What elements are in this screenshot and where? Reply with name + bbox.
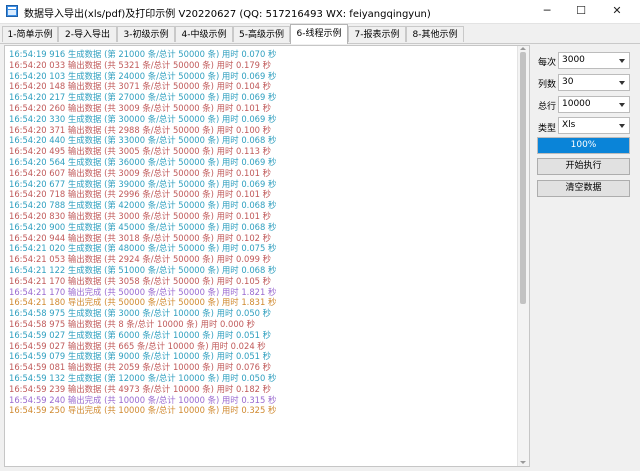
scroll-up-icon[interactable] xyxy=(520,47,526,50)
log-line: 16:54:59 079 生成数据 (第 9000 条/总计 10000 条) … xyxy=(9,351,272,362)
log-line: 16:54:20 103 生成数据 (第 24000 条/总计 50000 条)… xyxy=(9,70,277,81)
scroll-thumb[interactable] xyxy=(520,52,526,304)
tab-advanced[interactable]: 5-高级示例 xyxy=(233,26,290,42)
log-line: 16:54:20 033 输出数据 (共 5321 条/总计 50000 条) … xyxy=(9,59,272,70)
columns-label: 列数 xyxy=(538,80,557,90)
clear-button[interactable]: 清空数据 xyxy=(537,180,630,197)
type-select[interactable]: Xls xyxy=(558,117,630,134)
per-batch-label: 每次 xyxy=(538,58,557,68)
log-line: 16:54:20 677 生成数据 (第 39000 条/总计 50000 条)… xyxy=(9,178,277,189)
progress-text: 100% xyxy=(570,140,597,150)
log-line: 16:54:21 170 输出完成 (共 50000 条/总计 50000 条)… xyxy=(9,286,277,297)
progress-bar: 100% xyxy=(537,137,630,154)
columns-value: 30 xyxy=(562,77,574,87)
log-line: 16:54:59 240 输出完成 (共 10000 条/总计 10000 条)… xyxy=(9,394,277,405)
log-line: 16:54:59 081 输出数据 (共 2059 条/总计 10000 条) … xyxy=(9,362,272,373)
log-line: 16:54:59 239 输出数据 (共 4973 条/总计 10000 条) … xyxy=(9,383,272,394)
log-line: 16:54:21 020 生成数据 (第 48000 条/总计 50000 条)… xyxy=(9,243,277,254)
log-line: 16:54:20 944 输出数据 (共 3018 条/总计 50000 条) … xyxy=(9,232,272,243)
log-output-area[interactable]: 16:54:19 916 生成数据 (第 21000 条/总计 50000 条)… xyxy=(4,45,530,467)
chevron-down-icon xyxy=(619,124,625,128)
log-line: 16:54:59 250 导出完成 (共 10000 条/总计 10000 条)… xyxy=(9,405,277,416)
log-line: 16:54:20 148 输出数据 (共 3071 条/总计 50000 条) … xyxy=(9,81,272,92)
total-rows-value: 10000 xyxy=(562,99,591,109)
tab-thread[interactable]: 6-线程示例 xyxy=(290,24,348,44)
maximize-button[interactable]: ☐ xyxy=(566,0,596,23)
window-title: 数据导入导出(xls/pdf)及打印示例 V20220627 (QQ: 5172… xyxy=(24,9,431,20)
app-window-icon xyxy=(6,5,18,17)
log-line: 16:54:20 260 输出数据 (共 3009 条/总计 50000 条) … xyxy=(9,102,272,113)
log-line: 16:54:59 027 输出数据 (共 665 条/总计 10000 条) 用… xyxy=(9,340,266,351)
start-button[interactable]: 开始执行 xyxy=(537,158,630,175)
log-line: 16:54:59 132 生成数据 (第 12000 条/总计 10000 条)… xyxy=(9,372,277,383)
tab-intermediate[interactable]: 4-中级示例 xyxy=(175,26,233,42)
log-line: 16:54:20 440 生成数据 (第 33000 条/总计 50000 条)… xyxy=(9,135,277,146)
log-line: 16:54:20 830 输出数据 (共 3000 条/总计 50000 条) … xyxy=(9,210,272,221)
log-line: 16:54:20 495 输出数据 (共 3005 条/总计 50000 条) … xyxy=(9,146,272,157)
log-line: 16:54:20 607 输出数据 (共 3009 条/总计 50000 条) … xyxy=(9,167,272,178)
type-value: Xls xyxy=(562,120,576,130)
log-line: 16:54:20 788 生成数据 (第 42000 条/总计 50000 条)… xyxy=(9,200,277,211)
type-label: 类型 xyxy=(538,124,557,134)
total-rows-select[interactable]: 10000 xyxy=(558,96,630,113)
log-scrollbar[interactable] xyxy=(517,46,529,466)
log-line: 16:54:20 900 生成数据 (第 45000 条/总计 50000 条)… xyxy=(9,221,277,232)
title-bar: 数据导入导出(xls/pdf)及打印示例 V20220627 (QQ: 5172… xyxy=(0,0,640,24)
log-line: 16:54:21 180 导出完成 (共 50000 条/总计 50000 条)… xyxy=(9,297,277,308)
scroll-down-icon[interactable] xyxy=(520,461,526,464)
tab-simple[interactable]: 1-简单示例 xyxy=(2,26,58,42)
log-lines: 16:54:19 916 生成数据 (第 21000 条/总计 50000 条)… xyxy=(9,49,515,416)
columns-select[interactable]: 30 xyxy=(558,74,630,91)
per-batch-value: 3000 xyxy=(562,55,585,65)
log-line: 16:54:20 330 生成数据 (第 30000 条/总计 50000 条)… xyxy=(9,113,277,124)
log-line: 16:54:21 053 输出数据 (共 2924 条/总计 50000 条) … xyxy=(9,254,272,265)
chevron-down-icon xyxy=(619,59,625,63)
close-button[interactable]: ✕ xyxy=(602,0,632,23)
chevron-down-icon xyxy=(619,103,625,107)
log-line: 16:54:58 975 生成数据 (第 3000 条/总计 10000 条) … xyxy=(9,308,272,319)
per-batch-select[interactable]: 3000 xyxy=(558,52,630,69)
log-line: 16:54:21 170 输出数据 (共 3058 条/总计 50000 条) … xyxy=(9,275,272,286)
log-line: 16:54:58 975 输出数据 (共 8 条/总计 10000 条) 用时 … xyxy=(9,318,256,329)
tab-basic[interactable]: 3-初级示例 xyxy=(117,26,175,42)
tab-bar: 1-简单示例 2-导入导出 3-初级示例 4-中级示例 5-高级示例 6-线程示… xyxy=(0,24,640,44)
log-line: 16:54:20 371 输出数据 (共 2988 条/总计 50000 条) … xyxy=(9,124,272,135)
log-line: 16:54:20 217 生成数据 (第 27000 条/总计 50000 条)… xyxy=(9,92,277,103)
log-line: 16:54:21 122 生成数据 (第 51000 条/总计 50000 条)… xyxy=(9,264,277,275)
log-line: 16:54:20 564 生成数据 (第 36000 条/总计 50000 条)… xyxy=(9,156,277,167)
tab-other[interactable]: 8-其他示例 xyxy=(406,26,464,42)
total-rows-label: 总行 xyxy=(538,102,557,112)
tab-report[interactable]: 7-报表示例 xyxy=(348,26,406,42)
tab-import-export[interactable]: 2-导入导出 xyxy=(58,26,117,42)
minimize-button[interactable]: ─ xyxy=(532,0,562,23)
log-line: 16:54:20 718 输出数据 (共 2996 条/总计 50000 条) … xyxy=(9,189,272,200)
log-line: 16:54:59 027 生成数据 (第 6000 条/总计 10000 条) … xyxy=(9,329,272,340)
log-line: 16:54:19 916 生成数据 (第 21000 条/总计 50000 条)… xyxy=(9,49,277,59)
chevron-down-icon xyxy=(619,81,625,85)
